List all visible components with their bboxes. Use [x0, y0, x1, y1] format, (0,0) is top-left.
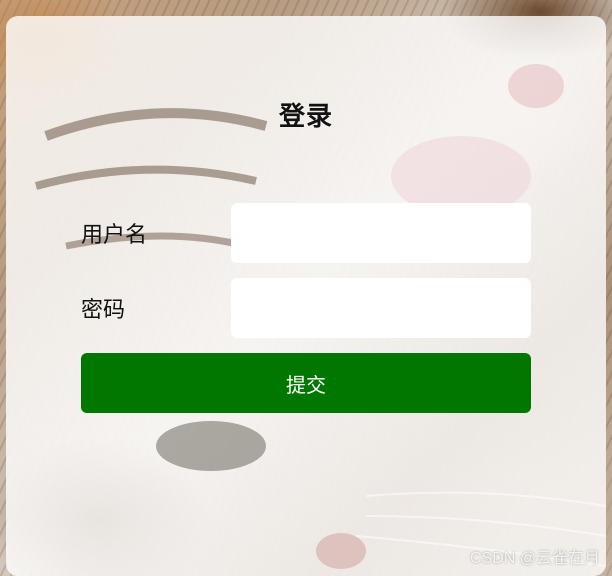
page-title: 登录: [278, 102, 333, 132]
password-label: 密码: [81, 298, 126, 323]
csdn-watermark: CSDN @云雀在月: [469, 550, 600, 567]
username-input[interactable]: [231, 203, 531, 263]
username-row: 用户名: [81, 203, 531, 263]
login-card: 登录 用户名 密码 提交: [6, 16, 606, 576]
submit-button[interactable]: 提交: [81, 353, 531, 413]
password-row: 密码: [81, 278, 531, 338]
username-label: 用户名: [81, 223, 148, 248]
password-input[interactable]: [231, 278, 531, 338]
